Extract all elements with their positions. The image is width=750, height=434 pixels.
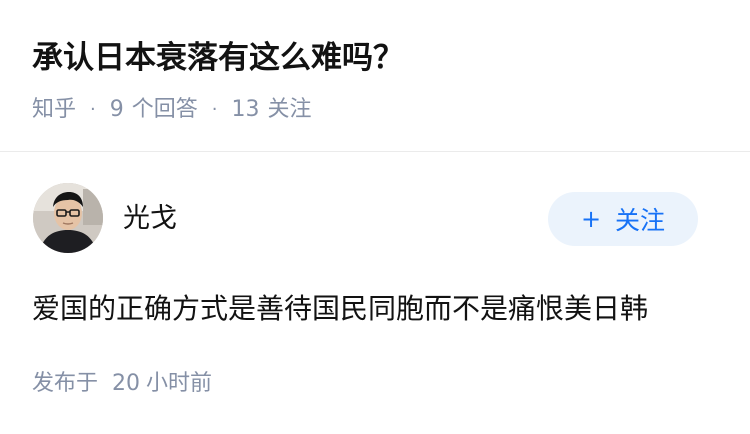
answer-card: 光戈 + 关注 爱国的正确方式是善待国民同胞而不是痛恨美日韩 发布于 20 小时前 <box>0 152 750 434</box>
follow-button-label: 关注 <box>615 206 666 235</box>
follower-count: 13 <box>231 97 260 122</box>
question-meta: 知乎 · 9 个回答 · 13 关注 <box>32 94 312 126</box>
follower-count-label: 关注 <box>267 97 312 122</box>
source-label[interactable]: 知乎 <box>32 94 76 126</box>
author-name[interactable]: 光戈 <box>123 200 177 238</box>
publish-time: 发布于 20 小时前 <box>32 369 212 399</box>
publish-time-unit: 小时前 <box>146 371 213 396</box>
question-header: 承认日本衰落有这么难吗？ 知乎 · 9 个回答 · 13 关注 <box>0 0 750 152</box>
answer-content[interactable]: 爱国的正确方式是善待国民同胞而不是痛恨美日韩 <box>32 289 648 329</box>
page: 承认日本衰落有这么难吗？ 知乎 · 9 个回答 · 13 关注 光戈 + 关注 … <box>0 0 750 434</box>
separator-dot: · <box>211 99 218 120</box>
answer-count: 9 <box>109 97 124 122</box>
question-title[interactable]: 承认日本衰落有这么难吗？ <box>32 36 404 80</box>
follow-button[interactable]: + 关注 <box>548 192 698 246</box>
publish-time-value: 20 <box>112 371 141 396</box>
avatar-photo-icon <box>33 183 103 253</box>
plus-icon: + <box>580 205 602 233</box>
avatar[interactable] <box>33 183 103 253</box>
publish-time-prefix: 发布于 <box>32 371 99 396</box>
answer-count-label: 个回答 <box>131 97 198 122</box>
separator-dot: · <box>90 99 96 120</box>
